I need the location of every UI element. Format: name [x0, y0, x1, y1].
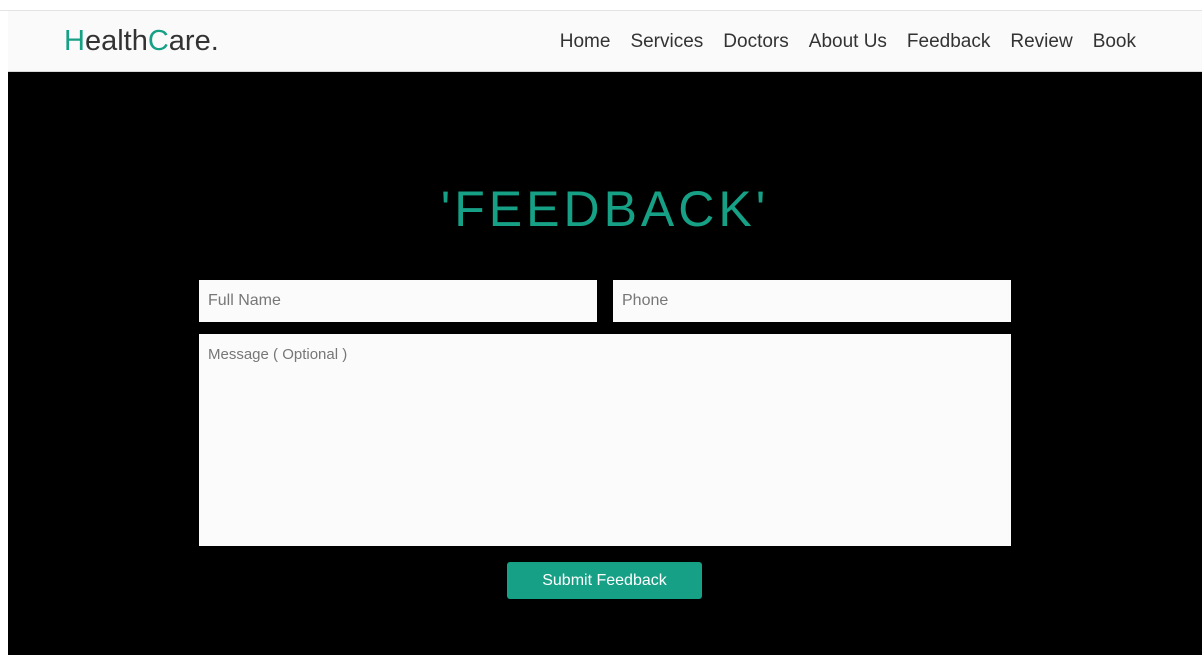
nav-review[interactable]: Review: [1010, 30, 1072, 54]
navbar: HealthCare. Home Services Doctors About …: [8, 11, 1202, 72]
nav-feedback[interactable]: Feedback: [907, 30, 990, 54]
nav-book[interactable]: Book: [1093, 30, 1136, 54]
nav-services[interactable]: Services: [630, 30, 703, 54]
nav-home[interactable]: Home: [560, 30, 611, 54]
logo-letter-h: H: [64, 25, 85, 57]
logo[interactable]: HealthCare.: [64, 24, 219, 58]
section-heading: 'FEEDBACK': [440, 181, 770, 237]
submit-feedback-button[interactable]: Submit Feedback: [507, 562, 702, 599]
nav-about-us[interactable]: About Us: [809, 30, 887, 54]
logo-text-ealth: ealth: [84, 25, 148, 57]
logo-text-are: are.: [168, 25, 219, 57]
nav-doctors[interactable]: Doctors: [723, 30, 788, 54]
main-nav: Home Services Doctors About Us Feedback …: [560, 30, 1136, 54]
logo-letter-c: C: [147, 25, 169, 57]
phone-input[interactable]: [613, 280, 1011, 322]
full-name-input[interactable]: [199, 280, 597, 322]
message-textarea[interactable]: [199, 334, 1011, 546]
feedback-section: [8, 11, 1202, 655]
